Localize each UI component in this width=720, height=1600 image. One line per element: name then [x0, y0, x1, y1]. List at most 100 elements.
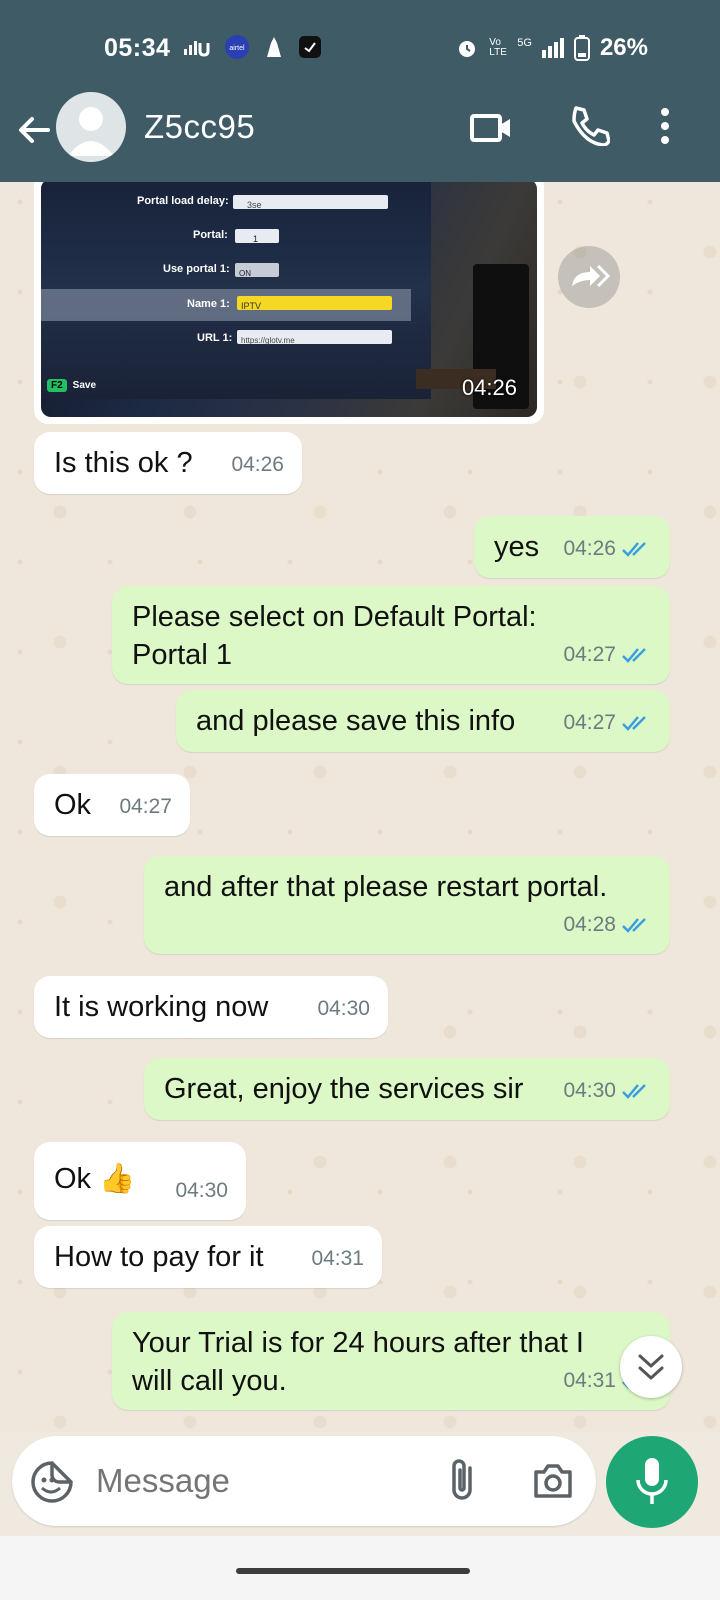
tv-row-value-field: https://glotv.me: [237, 330, 392, 345]
tv-row-label: Name 1:: [187, 298, 230, 310]
tv-row-value-field: 1: [235, 229, 279, 244]
outgoing-message[interactable]: and please save this info 04:27: [176, 690, 670, 752]
status-bar: 05:34 airtel Vo LTE 5G 26%: [0, 0, 720, 92]
tv-row-value-field: IPTV: [237, 296, 392, 311]
message-text: It is working now: [54, 991, 269, 1023]
tv-row-value: ON: [239, 269, 251, 278]
message-time: 04:30: [175, 1179, 228, 1202]
attach-icon[interactable]: [448, 1458, 478, 1504]
image-message[interactable]: Portal load delay: 3se Portal: 1 Use por…: [34, 182, 544, 424]
read-ticks-icon: [622, 1084, 646, 1099]
message-text: Please select on Default Portal: Portal …: [132, 601, 537, 671]
message-time: 04:26: [563, 537, 616, 560]
message-meta: 04:26: [563, 530, 652, 568]
tv-row-value: 3se: [247, 200, 262, 210]
incoming-message[interactable]: Ok 04:27: [34, 774, 190, 836]
more-options-icon[interactable]: [660, 106, 670, 146]
status-icons-right: Vo LTE 5G 26%: [455, 34, 648, 62]
message-text: Your Trial is for 24 hours after that I …: [132, 1327, 584, 1397]
alarm-icon: [459, 41, 476, 57]
message-time: 04:27: [563, 643, 616, 666]
message-meta: 04:30: [317, 990, 370, 1028]
tv-save-hint: F2 Save: [47, 379, 97, 392]
voice-call-icon[interactable]: [568, 104, 610, 146]
message-text: How to pay for it: [54, 1241, 264, 1273]
svg-text:airtel: airtel: [229, 45, 245, 52]
tv-row-label: Use portal 1:: [163, 263, 230, 275]
incoming-message[interactable]: Ok 👍 04:30: [34, 1142, 246, 1220]
incoming-message[interactable]: It is working now 04:30: [34, 976, 388, 1038]
tv-row-label: Portal load delay:: [137, 195, 229, 207]
double-chevron-down-icon: [638, 1354, 664, 1380]
cell-signal-icon: [541, 38, 564, 58]
message-time: 04:31: [311, 1247, 364, 1270]
clock-app-icon: [299, 36, 321, 58]
tv-row-value: IPTV: [241, 301, 262, 311]
message-meta: 04:30: [563, 1072, 652, 1110]
message-time: 04:31: [563, 1369, 616, 1392]
outgoing-message[interactable]: Great, enjoy the services sir 04:30: [144, 1058, 670, 1120]
outgoing-message[interactable]: yes 04:26: [474, 516, 670, 578]
message-meta: 04:31: [311, 1240, 364, 1278]
tv-photo[interactable]: Portal load delay: 3se Portal: 1 Use por…: [41, 182, 537, 417]
status-icons-left: airtel: [184, 34, 322, 60]
gesture-handle[interactable]: [236, 1568, 470, 1574]
forward-icon: [572, 264, 611, 288]
read-ticks-icon: [622, 918, 646, 933]
avatar[interactable]: [56, 92, 126, 162]
message-meta: 04:28: [563, 906, 652, 944]
message-text: Great, enjoy the services sir: [164, 1073, 524, 1105]
outgoing-message[interactable]: and after that please restart portal. 04…: [144, 856, 670, 954]
message-meta: 04:27: [119, 788, 172, 826]
message-time: 04:26: [461, 375, 517, 400]
message-meta: 04:27: [563, 704, 652, 742]
back-arrow-icon[interactable]: [14, 110, 54, 150]
notification-icon: [267, 37, 281, 57]
tv-row-label: URL 1:: [197, 332, 233, 344]
battery-icon: [573, 35, 590, 61]
voice-record-button[interactable]: [606, 1436, 698, 1528]
message-time: 04:30: [317, 997, 370, 1020]
message-text: and please save this info: [196, 705, 516, 737]
carrier-icon: airtel: [225, 35, 249, 59]
video-call-icon[interactable]: [470, 106, 512, 148]
read-ticks-icon: [622, 716, 646, 731]
read-ticks-icon: [622, 542, 646, 557]
forward-button[interactable]: [558, 246, 620, 308]
tv-row-value: https://glotv.me: [241, 336, 295, 345]
camera-icon[interactable]: [532, 1462, 574, 1500]
message-time: 04:28: [563, 913, 616, 936]
message-time: 04:30: [563, 1079, 616, 1102]
tv-row-value-field: 3se: [233, 195, 388, 210]
outgoing-message[interactable]: Your Trial is for 24 hours after that I …: [112, 1312, 670, 1410]
sticker-emoji-icon[interactable]: [30, 1460, 74, 1504]
signal-icon: [184, 41, 210, 57]
message-text: Ok 👍: [54, 1163, 136, 1195]
status-time: 05:34: [104, 34, 171, 62]
message-input-bar[interactable]: [12, 1436, 596, 1526]
message-time: 04:27: [563, 711, 616, 734]
tv-row-value: 1: [253, 234, 259, 244]
message-text: Is this ok ?: [54, 447, 193, 479]
tv-row-value-field: ON: [235, 263, 279, 278]
microphone-icon: [636, 1458, 668, 1504]
tv-save-key: F2: [47, 379, 67, 392]
scroll-to-bottom-button[interactable]: [620, 1336, 682, 1398]
incoming-message[interactable]: How to pay for it 04:31: [34, 1226, 382, 1288]
message-text: yes: [494, 531, 540, 563]
outgoing-message[interactable]: Please select on Default Portal: Portal …: [112, 586, 670, 684]
message-meta: 04:27: [563, 636, 652, 674]
chat-area[interactable]: Portal load delay: 3se Portal: 1 Use por…: [0, 182, 720, 1432]
chat-header: Z5cc95: [0, 92, 720, 182]
message-text: and after that please restart portal.: [164, 871, 608, 903]
battery-percent: 26%: [599, 34, 648, 61]
message-input[interactable]: [96, 1462, 426, 1500]
incoming-message[interactable]: Is this ok ? 04:26: [34, 432, 302, 494]
tv-row-label: Portal:: [193, 229, 228, 241]
message-time: 04:26: [231, 453, 284, 476]
volte-label: Vo LTE: [489, 37, 507, 58]
network-label: 5G: [517, 37, 532, 49]
contact-name[interactable]: Z5cc95: [144, 108, 255, 146]
tv-save-label: Save: [72, 380, 97, 391]
message-time: 04:27: [119, 795, 172, 818]
